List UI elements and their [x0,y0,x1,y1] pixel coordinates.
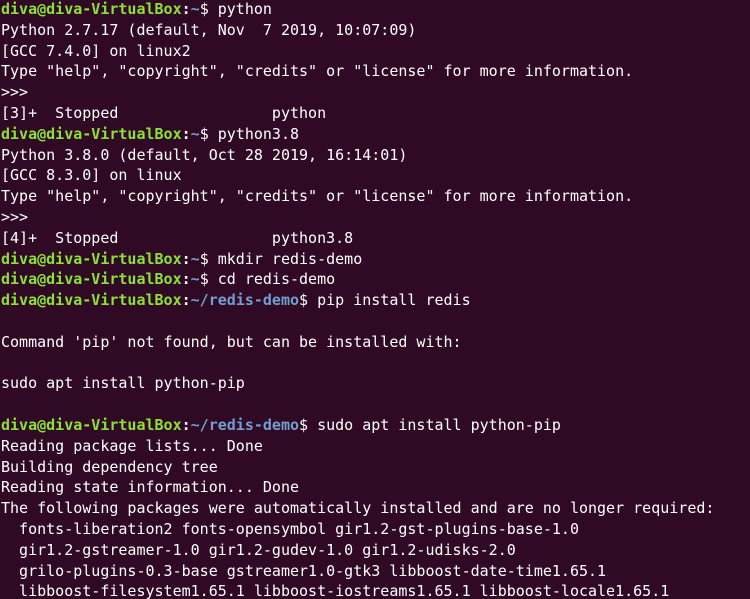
output-line: Reading state information... Done [1,478,300,497]
prompt-line: diva@diva-VirtualBox:~$ python [0,0,750,20]
output-line: fonts-liberation2 fonts-opensymbol gir1.… [1,519,579,538]
output-line: The following packages were automaticall… [1,499,715,518]
prompt-dollar: $ [299,415,318,434]
output-line: Building dependency tree [1,457,218,476]
output-line: Python 2.7.17 (default, Nov 7 2019, 10:0… [1,20,417,39]
prompt-separator: : [181,415,191,434]
prompt-user-host: diva@diva-VirtualBox [1,291,182,310]
prompt-user-host: diva@diva-VirtualBox [1,0,182,18]
command-text: python [217,0,272,18]
output-line: >>> [1,207,29,226]
terminal-window[interactable]: diva@diva-VirtualBox:~$ python Python 2.7… [0,0,750,599]
command-text: mkdir redis-demo [217,249,363,268]
prompt-line: diva@diva-VirtualBox:~/redis-demo$ pip i… [0,290,750,311]
prompt-path: ~ [190,0,200,18]
output-line: sudo apt install python-pip [1,374,245,393]
prompt-line: diva@diva-VirtualBox:~/redis-demo$ sudo … [0,415,750,436]
command-text: cd redis-demo [217,270,336,289]
output-line: libboost-filesystem1.65.1 libboost-iostr… [1,582,670,599]
output-line: [4]+ Stopped python3.8 [1,228,354,247]
prompt-user-host: diva@diva-VirtualBox [1,270,182,289]
output-line: gir1.2-gstreamer-1.0 gir1.2-gudev-1.0 gi… [1,540,516,559]
prompt-dollar: $ [199,124,218,143]
command-text: sudo apt install python-pip [317,415,561,434]
prompt-path: ~/redis-demo [190,415,300,434]
prompt-dollar: $ [199,249,218,268]
output-line: [GCC 7.4.0] on linux2 [1,41,191,60]
output-line: Type "help", "copyright", "credits" or "… [1,62,634,81]
prompt-dollar: $ [199,270,218,289]
prompt-separator: : [181,124,191,143]
output-line: >>> [1,83,29,102]
output-line: Command 'pip' not found, but can be inst… [1,332,462,351]
prompt-dollar: $ [199,0,218,18]
prompt-user-host: diva@diva-VirtualBox [1,124,182,143]
prompt-user-host: diva@diva-VirtualBox [1,249,182,268]
output-line: [3]+ Stopped python [1,103,327,122]
command-text: python3.8 [217,124,300,143]
output-line: Reading package lists... Done [1,436,263,455]
output-line: [GCC 8.3.0] on linux [1,166,182,185]
prompt-line: diva@diva-VirtualBox:~$ mkdir redis-demo [0,249,750,270]
prompt-dollar: $ [299,291,318,310]
prompt-path: ~ [190,270,200,289]
prompt-line: diva@diva-VirtualBox:~$ python3.8 [0,124,750,145]
prompt-line: diva@diva-VirtualBox:~$ cd redis-demo [0,269,750,290]
prompt-separator: : [181,0,191,18]
prompt-path: ~ [190,249,200,268]
prompt-path: ~/redis-demo [190,291,300,310]
prompt-user-host: diva@diva-VirtualBox [1,415,182,434]
command-text: pip install redis [317,291,471,310]
prompt-separator: : [181,249,191,268]
output-line: grilo-plugins-0.3-base gstreamer1.0-gtk3… [1,561,607,580]
output-line: Python 3.8.0 (default, Oct 28 2019, 16:1… [1,145,408,164]
prompt-separator: : [181,270,191,289]
prompt-path: ~ [190,124,200,143]
prompt-separator: : [181,291,191,310]
output-line: Type "help", "copyright", "credits" or "… [1,187,634,206]
